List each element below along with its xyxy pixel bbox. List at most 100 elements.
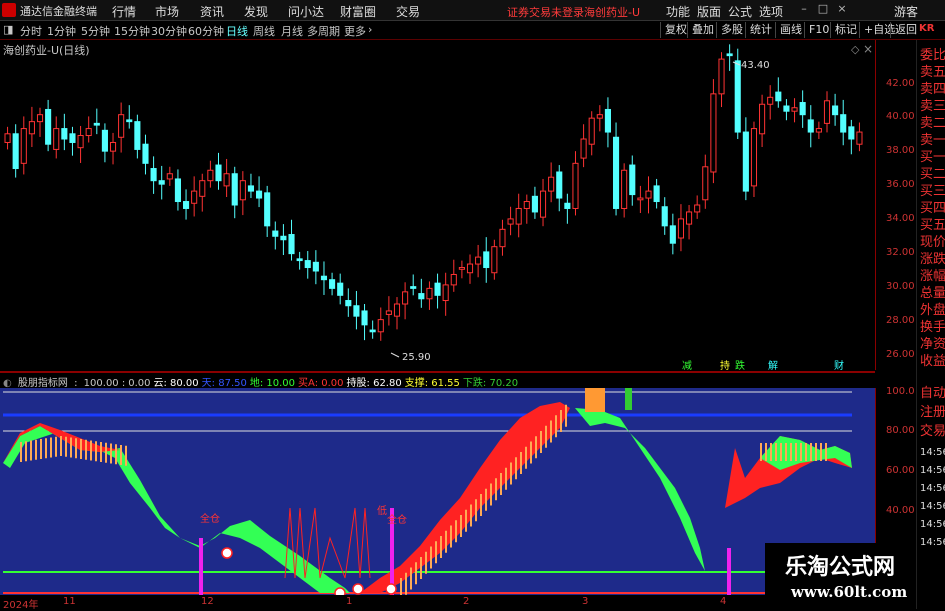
candle-up bbox=[791, 107, 798, 112]
period-tab[interactable]: 1分钟 bbox=[47, 23, 76, 39]
time-axis: 2024年 11 12 1 2 3 4 bbox=[0, 596, 875, 611]
candle-up bbox=[28, 121, 35, 135]
period-tab[interactable]: 60分钟 bbox=[188, 23, 224, 39]
menu-options[interactable]: 选项 bbox=[759, 3, 783, 20]
candle-down bbox=[345, 300, 352, 307]
mark-button[interactable]: 标记 bbox=[830, 22, 861, 38]
stripe bbox=[450, 525, 452, 548]
f10-button[interactable]: F10 bbox=[804, 22, 833, 38]
login-warning[interactable]: 证券交易未登录 bbox=[507, 4, 584, 20]
candle-down bbox=[215, 164, 222, 182]
candlestick-chart[interactable]: 43.40 25.90 减 持 跌 解 财 bbox=[0, 40, 875, 370]
candle-up bbox=[199, 180, 206, 197]
close-icon[interactable]: × bbox=[835, 2, 849, 16]
menu-function[interactable]: 功能 bbox=[666, 3, 690, 20]
stripe bbox=[120, 445, 122, 465]
candle-down bbox=[848, 126, 855, 140]
toolbar-toggle-icon[interactable]: ◨ bbox=[3, 23, 13, 36]
candle-down bbox=[231, 173, 238, 206]
indicator-tick: 100.0 bbox=[886, 386, 915, 397]
menu-market[interactable]: 市场 bbox=[155, 3, 179, 20]
candle-down bbox=[564, 202, 571, 209]
chevron-right-icon[interactable]: › bbox=[368, 23, 372, 36]
stripe bbox=[45, 438, 47, 459]
tick-time: 14:56 bbox=[920, 501, 945, 512]
candle-up bbox=[223, 173, 230, 187]
candle-up bbox=[548, 176, 555, 192]
stripe bbox=[110, 443, 112, 464]
stock-tab[interactable]: 海创药业-U bbox=[584, 4, 640, 20]
period-tab[interactable]: 月线 bbox=[281, 23, 303, 39]
candle-down bbox=[775, 91, 782, 102]
panel-label-trade[interactable]: 交易 bbox=[920, 422, 945, 441]
menu-ask[interactable]: 问小达 bbox=[288, 3, 324, 20]
period-tab[interactable]: 30分钟 bbox=[151, 23, 187, 39]
panel-label-register[interactable]: 注册 bbox=[920, 403, 945, 422]
app-name: 通达信金融终端 bbox=[20, 5, 97, 18]
stripe bbox=[25, 441, 27, 462]
candle-up bbox=[515, 207, 522, 225]
period-tab[interactable]: 15分钟 bbox=[114, 23, 150, 39]
watermark-title: 乐淘公式网 bbox=[785, 554, 896, 580]
maximize-icon[interactable]: □ bbox=[816, 2, 830, 16]
candle-up bbox=[377, 319, 384, 333]
candle-down bbox=[783, 105, 790, 112]
candle-up bbox=[710, 93, 717, 173]
period-tab[interactable]: 周线 bbox=[253, 23, 275, 39]
time-label: 12 bbox=[201, 596, 214, 607]
label-low: 低 bbox=[377, 504, 387, 517]
candle-down bbox=[361, 310, 368, 326]
minimize-icon[interactable]: – bbox=[797, 2, 811, 16]
candle-up bbox=[856, 131, 863, 145]
low-marker: 25.90 bbox=[402, 352, 431, 363]
candle-up bbox=[77, 135, 84, 149]
period-tab-active[interactable]: 日线 bbox=[226, 23, 248, 39]
stripe bbox=[545, 425, 547, 448]
menu-discover[interactable]: 发现 bbox=[244, 3, 268, 20]
candle-up bbox=[239, 180, 246, 201]
watermark-url: www.60lt.com bbox=[791, 583, 908, 601]
period-toolbar: ◨ 分时 1分钟 5分钟 15分钟 30分钟 60分钟 日线 周线 月线 多周期… bbox=[0, 21, 945, 40]
menu-formula[interactable]: 公式 bbox=[728, 3, 752, 20]
candle-up bbox=[20, 128, 27, 164]
candle-down bbox=[280, 235, 287, 241]
candle-up bbox=[767, 96, 774, 105]
period-tab[interactable]: 5分钟 bbox=[81, 23, 110, 39]
period-tab-more[interactable]: 更多 bbox=[344, 23, 366, 39]
menu-trade[interactable]: 交易 bbox=[396, 3, 420, 20]
candle-down bbox=[629, 164, 636, 196]
period-tab[interactable]: 分时 bbox=[20, 23, 42, 39]
candle-down bbox=[93, 122, 100, 126]
stripe bbox=[40, 439, 42, 459]
stripe bbox=[780, 443, 782, 461]
period-tab[interactable]: 多周期 bbox=[307, 23, 340, 39]
candle-up bbox=[572, 162, 579, 209]
statistics-button[interactable]: 统计 bbox=[745, 22, 776, 38]
stripe bbox=[80, 439, 82, 459]
overlay-button[interactable]: 叠加 bbox=[687, 22, 718, 38]
guest-label[interactable]: 游客 bbox=[894, 3, 918, 20]
menu-quotes[interactable]: 行情 bbox=[112, 3, 136, 20]
candle-down bbox=[840, 114, 847, 133]
menu-news[interactable]: 资讯 bbox=[200, 3, 224, 20]
stripe bbox=[510, 462, 512, 485]
draw-line-button[interactable]: 画线 bbox=[775, 22, 806, 38]
candle-up bbox=[385, 310, 392, 315]
stripe bbox=[540, 431, 542, 453]
stripe bbox=[535, 436, 537, 459]
stripe bbox=[820, 443, 822, 461]
stripe bbox=[20, 442, 22, 462]
menu-wealth[interactable]: 财富圈 bbox=[340, 3, 376, 20]
panel-label-auto[interactable]: 自动 bbox=[920, 384, 945, 403]
stripe bbox=[795, 443, 797, 461]
pane-divider[interactable] bbox=[0, 371, 875, 373]
panel-badge[interactable]: KR bbox=[919, 23, 934, 34]
back-button[interactable]: 返回 bbox=[890, 22, 921, 38]
multi-stock-button[interactable]: 多股 bbox=[716, 22, 747, 38]
candle-down bbox=[353, 305, 360, 317]
stripe bbox=[415, 562, 417, 585]
menu-layout[interactable]: 版面 bbox=[697, 3, 721, 20]
candle-down bbox=[799, 102, 806, 116]
price-tick: 28.00 bbox=[886, 315, 915, 326]
indicator-chart[interactable]: 全仓 低 全仓 bbox=[0, 388, 875, 595]
